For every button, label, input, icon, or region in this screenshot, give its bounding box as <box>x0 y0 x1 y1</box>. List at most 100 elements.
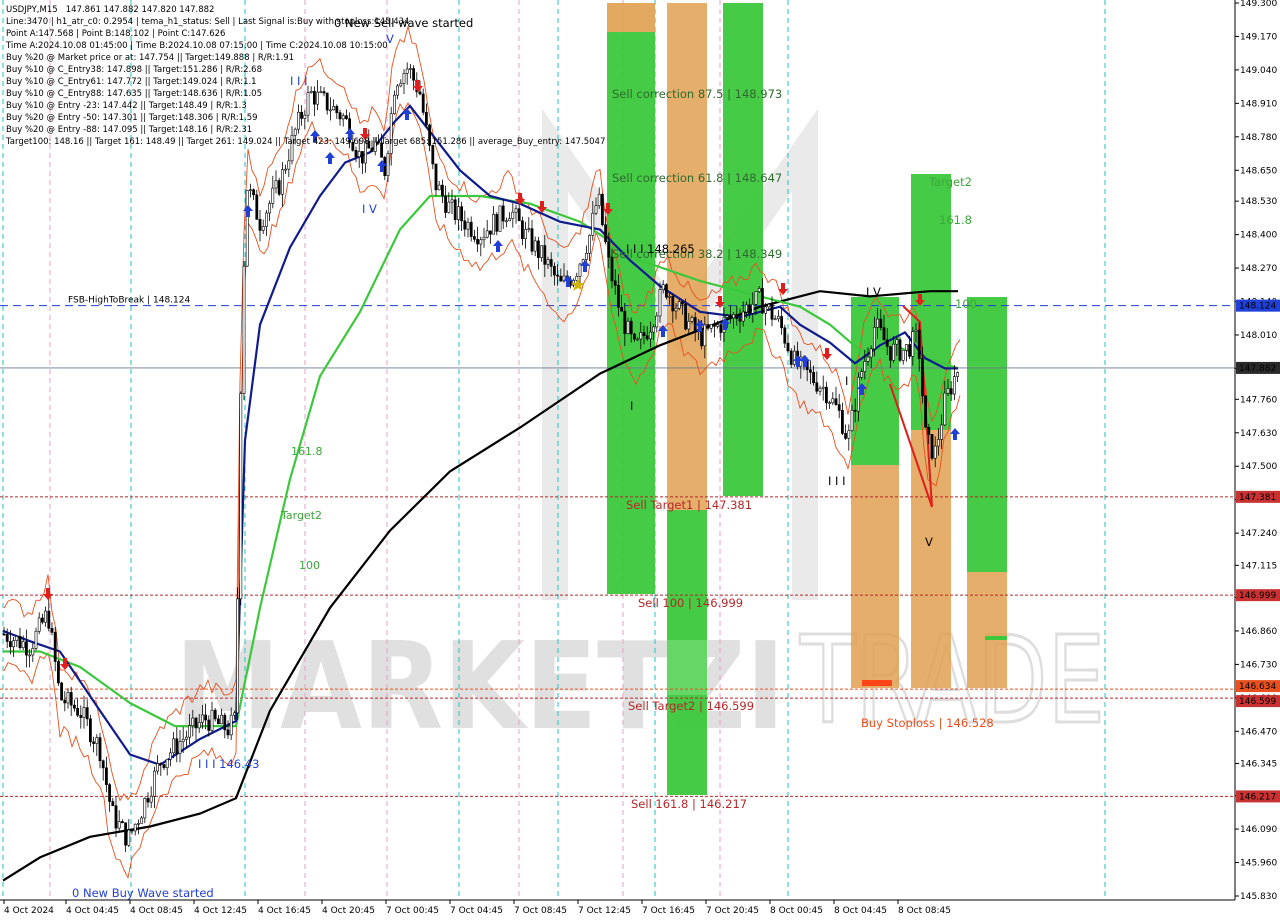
candle-body <box>540 245 544 258</box>
candle-body <box>914 329 918 332</box>
candle-body <box>645 335 649 340</box>
info-line: Buy %20 @ Entry -88: 147.095 || Target:1… <box>6 125 253 135</box>
candle-body <box>632 333 636 340</box>
candle-body <box>546 259 550 265</box>
time-tick-label: 4 Oct 12:45 <box>194 906 247 916</box>
wave-annotation: I I I 148.265 <box>626 242 695 256</box>
info-line: Line:3470 | h1_atr_c0: 0.2954 | tema_h1_… <box>6 17 410 27</box>
candle-body <box>527 228 531 230</box>
candle-body <box>140 817 144 824</box>
info-line: Buy %10 @ C_Entry88: 147.635 || Target:1… <box>6 89 262 99</box>
candle-body <box>271 187 275 204</box>
candle-body <box>936 439 940 447</box>
candle-body <box>236 598 240 714</box>
candle-body <box>895 339 899 345</box>
time-tick-label: 7 Oct 04:45 <box>450 906 503 916</box>
candle-body <box>76 707 80 716</box>
candle-body <box>607 241 611 258</box>
zone-label: Sell Target2 | 146.599 <box>628 699 754 713</box>
candle-body <box>677 301 681 309</box>
time-tick-label: 8 Oct 00:45 <box>770 906 823 916</box>
candle-body <box>920 358 924 397</box>
candle-body <box>735 314 739 319</box>
price-badge-label: 146.634 <box>1239 682 1276 692</box>
target-zone <box>967 572 1007 688</box>
info-line: Time A:2024.10.08 01:45:00 | Time B:2024… <box>6 41 388 51</box>
candle-body <box>738 318 742 322</box>
target-zone <box>667 640 707 695</box>
candle-body <box>636 338 640 341</box>
candle-body <box>693 317 697 332</box>
target-zone <box>851 465 899 688</box>
candle-body <box>808 369 812 373</box>
candle-body <box>783 327 787 344</box>
candle-body <box>2 633 6 636</box>
candle-body <box>453 199 457 220</box>
candle-body <box>239 393 243 600</box>
candle-body <box>536 240 540 258</box>
candle-body <box>933 445 937 459</box>
wave-annotation: I I I <box>828 474 846 488</box>
candle-body <box>757 288 761 292</box>
price-axis[interactable]: 149.300 149.170 149.040 148.910 148.780 148.6… <box>1234 0 1280 920</box>
time-tick-label: 7 Oct 08:45 <box>514 906 567 916</box>
candle-body <box>812 372 816 384</box>
candle-body <box>28 654 32 657</box>
candle-body <box>146 798 150 803</box>
candle-body <box>741 311 745 322</box>
wave-annotation: 0 New Buy Wave started <box>72 886 214 900</box>
candle-body <box>706 324 710 329</box>
price-tick-label: 148.650 <box>1240 166 1277 176</box>
candle-body <box>117 821 121 829</box>
chart-window[interactable]: MARKETZI TRADE FSB-HighToBreak | 148.124 … <box>0 0 1280 920</box>
candle-body <box>652 326 656 333</box>
candle-body <box>860 371 864 378</box>
info-line: Buy %10 @ C_Entry61: 147.772 || Target:1… <box>6 77 257 87</box>
candle-body <box>844 433 848 439</box>
candle-body <box>482 236 486 241</box>
candle-body <box>450 199 454 203</box>
candle-body <box>709 324 713 329</box>
candle-body <box>9 641 12 648</box>
time-tick-label: 4 Oct 2024 <box>4 906 54 916</box>
candle-body <box>188 725 192 738</box>
price-tick-label: 146.470 <box>1240 727 1277 737</box>
candle-body <box>821 386 825 389</box>
candle-body <box>156 763 160 772</box>
candle-body <box>856 376 860 412</box>
candle-body <box>210 709 214 731</box>
price-tick-label: 148.910 <box>1240 99 1277 109</box>
candle-body <box>744 304 748 313</box>
candle-body <box>56 661 60 684</box>
price-tick-label: 149.300 <box>1240 0 1277 9</box>
candle-body <box>178 741 182 754</box>
candle-body <box>383 157 387 176</box>
candle-body <box>917 329 921 360</box>
candle-body <box>824 386 828 404</box>
candle-body <box>892 343 896 361</box>
wave-annotation: I <box>845 374 848 388</box>
zone-label: Sell 161.8 | 146.217 <box>631 797 747 811</box>
time-tick-label: 7 Oct 00:45 <box>386 906 439 916</box>
candle-body <box>284 168 288 171</box>
candle-body <box>185 736 188 740</box>
zone-label: Sell correction 61.8 | 148.647 <box>612 171 782 185</box>
candle-body <box>904 344 908 351</box>
candle-body <box>818 387 822 392</box>
candle-body <box>591 212 595 236</box>
time-tick-label: 4 Oct 16:45 <box>258 906 311 916</box>
candle-body <box>719 324 723 333</box>
candle-body <box>223 714 227 731</box>
time-axis[interactable]: 4 Oct 2024 4 Oct 04:45 4 Oct 08:45 4 Oct 12… <box>0 899 1280 920</box>
price-tick-label: 148.010 <box>1240 331 1277 341</box>
candle-body <box>911 331 915 357</box>
candle-body <box>194 717 198 729</box>
candle-body <box>492 214 496 235</box>
candle-body <box>866 356 870 362</box>
candle-body <box>165 759 169 769</box>
candle-body <box>876 318 880 328</box>
candle-body <box>850 409 854 432</box>
target-zone <box>667 3 707 88</box>
candle-body <box>50 628 54 633</box>
zone-label: Buy Stoploss | 146.528 <box>861 716 994 730</box>
